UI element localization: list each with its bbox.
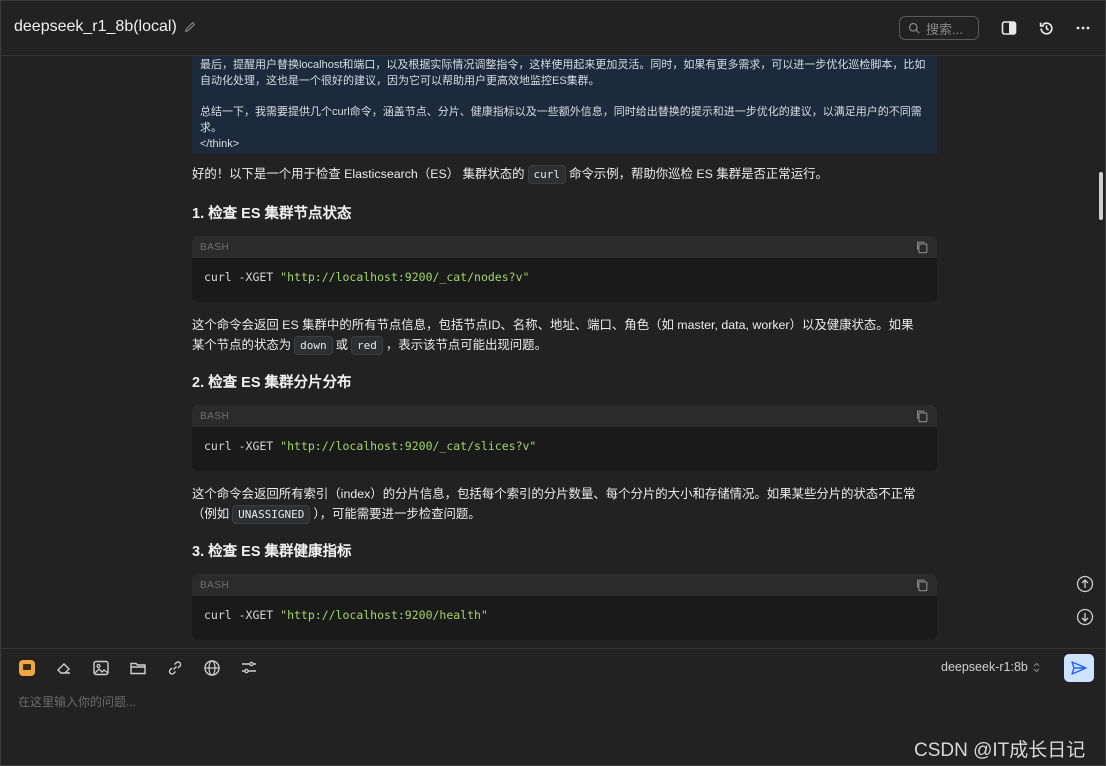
folder-icon[interactable] (128, 658, 148, 678)
desc-text: 这个命令会返回所有索引（index）的分片信息，包括每个索引的分片数量、每个分片… (192, 487, 916, 501)
scroll-up-icon[interactable] (1076, 575, 1094, 593)
chat-window: deepseek_r1_8b(local) 搜索... 最后，提醒用户替换loc… (0, 0, 1106, 766)
code-language: BASH (200, 241, 230, 253)
settings-sliders-icon[interactable] (239, 658, 259, 678)
title-area[interactable]: deepseek_r1_8b(local) (14, 18, 197, 36)
split-view-icon[interactable] (999, 18, 1019, 38)
code-block: BASH curl -XGET "http://localhost:9200/h… (192, 574, 937, 640)
think-close-tag: </think> (200, 138, 240, 150)
inline-code: red (351, 336, 383, 355)
search-box[interactable]: 搜索... (899, 16, 979, 40)
code-header: BASH (192, 236, 937, 258)
think-paragraph: 总结一下，我需要提供几个curl命令，涵盖节点、分片、健康指标以及一些额外信息，… (200, 106, 922, 134)
code-block: BASH curl -XGET "http://localhost:9200/_… (192, 405, 937, 471)
eraser-icon[interactable] (54, 658, 74, 678)
input-toolbar (17, 658, 259, 678)
scroll-down-icon[interactable] (1076, 608, 1094, 626)
inline-code: UNASSIGNED (232, 505, 311, 524)
copy-icon[interactable] (915, 409, 929, 423)
section-description: 这个命令会返回 ES 集群中的所有节点信息，包括节点ID、名称、地址、端口、角色… (192, 315, 937, 355)
watermark: CSDN @IT成长日记 (914, 740, 1086, 761)
think-block: 最后，提醒用户替换localhost和端口，以及根据实际情况调整指令，这样使用起… (192, 56, 937, 154)
code-language: BASH (200, 579, 230, 591)
conversation-title: deepseek_r1_8b(local) (14, 18, 177, 35)
desc-text: 或 (335, 338, 349, 352)
code-content: curl -XGET "http://localhost:9200/health… (192, 596, 937, 634)
send-icon (1071, 661, 1087, 675)
search-placeholder: 搜索... (926, 21, 963, 37)
assistant-mode-icon[interactable] (17, 658, 37, 678)
desc-text: （例如 (192, 507, 230, 521)
intro-text: 命令示例，帮助你巡检 ES 集群是否正常运行。 (569, 167, 828, 181)
code-string: "http://localhost:9200/health" (280, 608, 488, 622)
code-header: BASH (192, 405, 937, 427)
code-header: BASH (192, 574, 937, 596)
section-description: 这个命令会返回所有索引（index）的分片信息，包括每个索引的分片数量、每个分片… (192, 484, 937, 524)
code-content: curl -XGET "http://localhost:9200/_cat/s… (192, 427, 937, 465)
think-paragraph: 最后，提醒用户替换localhost和端口，以及根据实际情况调整指令，这样使用起… (200, 59, 926, 87)
code-command: curl -XGET (204, 439, 281, 453)
scrollbar-thumb[interactable] (1099, 172, 1103, 220)
desc-text: 这个命令会返回 ES 集群中的所有节点信息，包括节点ID、名称、地址、端口、角色… (192, 318, 914, 332)
header-bar: deepseek_r1_8b(local) 搜索... (1, 1, 1105, 56)
message-scroll-area[interactable]: 最后，提醒用户替换localhost和端口，以及根据实际情况调整指令，这样使用起… (1, 56, 1105, 648)
code-string: "http://localhost:9200/_cat/nodes?v" (280, 270, 530, 284)
image-icon[interactable] (91, 658, 111, 678)
section-heading: 3. 检查 ES 集群健康指标 (192, 544, 352, 560)
code-block: BASH curl -XGET "http://localhost:9200/_… (192, 236, 937, 302)
inline-code: down (294, 336, 333, 355)
more-options-icon[interactable] (1073, 18, 1093, 38)
globe-icon[interactable] (202, 658, 222, 678)
model-selector[interactable]: deepseek-r1:8b (941, 660, 1041, 674)
link-icon[interactable] (165, 658, 185, 678)
code-command: curl -XGET (204, 608, 281, 622)
desc-text: ），可能需要进一步检查问题。 (313, 507, 481, 521)
code-string: "http://localhost:9200/_cat/slices?v" (280, 439, 537, 453)
code-language: BASH (200, 410, 230, 422)
model-name: deepseek-r1:8b (941, 660, 1028, 674)
history-icon[interactable] (1036, 18, 1056, 38)
section-heading: 2. 检查 ES 集群分片分布 (192, 375, 352, 391)
intro-paragraph: 好的！以下是一个用于检查 Elasticsearch（ES） 集群状态的 curl… (192, 164, 937, 184)
chevron-updown-icon (1033, 662, 1040, 672)
code-command: curl -XGET (204, 270, 281, 284)
section-heading: 1. 检查 ES 集群节点状态 (192, 206, 352, 222)
edit-icon[interactable] (183, 20, 197, 34)
send-button[interactable] (1064, 654, 1094, 682)
intro-text: 好的！以下是一个用于检查 Elasticsearch（ES） 集群状态的 (192, 167, 525, 181)
copy-icon[interactable] (915, 578, 929, 592)
copy-icon[interactable] (915, 240, 929, 254)
desc-text: 某个节点的状态为 (192, 338, 292, 352)
code-content: curl -XGET "http://localhost:9200/_cat/n… (192, 258, 937, 296)
inline-code: curl (527, 165, 567, 184)
message-input[interactable]: 在这里输入你的问题... (18, 693, 136, 710)
desc-text: ，表示该节点可能出现问题。 (385, 338, 547, 352)
search-icon (908, 22, 920, 34)
